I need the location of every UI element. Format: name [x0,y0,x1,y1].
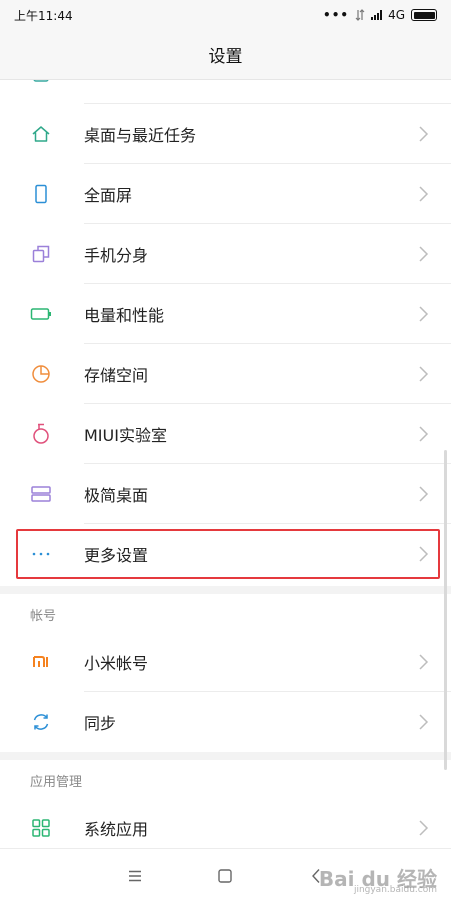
highlight-box [16,529,440,579]
scrollbar[interactable] [444,450,447,770]
home-icon [30,123,52,145]
section-separator [0,586,451,594]
data-transfer-icon [355,9,365,21]
more-notifications-icon: ••• [323,8,350,22]
square-home-icon [218,868,233,883]
settings-list[interactable]: 桌面与最近任务 全面屏 手机分身 电量和性能 存储空间 MIUI实验室 极简桌面… [0,80,451,848]
status-bar: 上午11:44 ••• 4G [0,0,451,30]
settings-row-second-space[interactable]: 手机分身 [0,224,451,284]
section-title: 帐号 [30,608,57,624]
signal-strength-icon [371,10,383,20]
settings-row-system-apps[interactable]: 系统应用 [0,798,451,848]
battery-icon [30,303,52,325]
grid-apps-icon [30,817,52,839]
clone-icon [30,243,52,265]
settings-row-simple-desktop[interactable]: 极简桌面 [0,464,451,524]
page-title: 设置 [208,47,243,67]
settings-row-label: 系统应用 [84,820,149,839]
battery-status-icon [411,9,437,21]
chevron-right-icon [419,486,429,502]
chevron-right-icon [419,246,429,262]
chevron-right-icon [419,366,429,382]
watermark-sub: jingyan.baidu.com [353,885,437,895]
settings-row-fullscreen[interactable]: 全面屏 [0,164,451,224]
home-button[interactable] [210,861,240,891]
section-header-account: 帐号 [0,594,451,634]
chevron-right-icon [419,186,429,202]
title-bar: 设置 [0,30,451,80]
settings-row-battery-performance[interactable]: 电量和性能 [0,284,451,344]
settings-row-label: 同步 [84,714,117,733]
chevron-right-icon [419,714,429,730]
chevron-right-icon [419,306,429,322]
mi-logo-icon [30,651,52,673]
flask-icon [30,423,52,445]
menu-button[interactable] [120,861,150,891]
status-icons: ••• 4G [323,8,437,22]
settings-row-label: 极简桌面 [84,486,149,505]
settings-row-label: 电量和性能 [84,306,165,325]
simple-desktop-icon [30,483,52,505]
notification-icon [30,80,52,85]
settings-row-label: 存储空间 [84,366,149,385]
settings-row-desktop-recents[interactable]: 桌面与最近任务 [0,104,451,164]
settings-row-miui-lab[interactable]: MIUI实验室 [0,404,451,464]
sync-icon [30,711,52,733]
settings-row-label: 全面屏 [84,186,133,205]
settings-row-label: 手机分身 [84,246,149,265]
section-header-app-management: 应用管理 [0,760,451,800]
settings-row-notifications[interactable] [0,80,451,104]
phone-screen-icon [30,183,52,205]
chevron-right-icon [419,426,429,442]
section-separator [0,752,451,760]
chevron-right-icon [419,126,429,142]
menu-icon [129,870,142,881]
settings-row-sync[interactable]: 同步 [0,692,451,752]
storage-pie-icon [30,363,52,385]
settings-row-label: 桌面与最近任务 [84,126,197,145]
settings-row-label: 小米帐号 [84,654,149,673]
settings-row-storage[interactable]: 存储空间 [0,344,451,404]
settings-row-mi-account[interactable]: 小米帐号 [0,632,451,692]
network-type: 4G [388,8,405,22]
chevron-right-icon [419,654,429,670]
status-time: 上午11:44 [14,8,73,23]
baidu-watermark: Bai du 经验 jingyan.baidu.com [319,863,437,895]
section-title: 应用管理 [30,774,83,790]
chevron-right-icon [419,820,429,836]
settings-row-label: MIUI实验室 [84,426,167,445]
